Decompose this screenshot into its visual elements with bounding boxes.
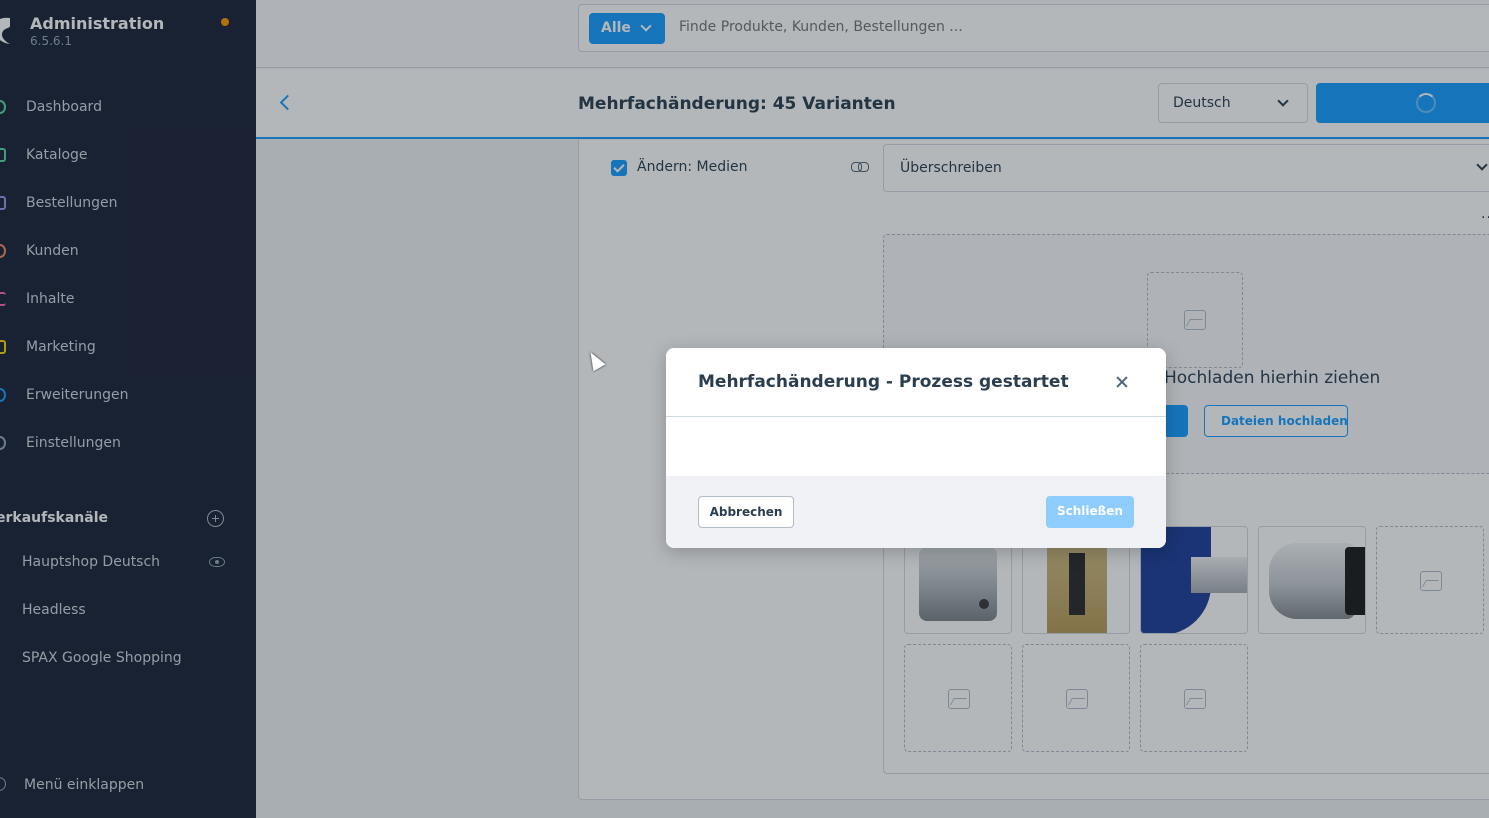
modal-footer: Abbrechen Schließen bbox=[666, 476, 1166, 548]
modal-header: Mehrfachänderung - Prozess gestartet bbox=[666, 348, 1166, 417]
bulk-edit-process-modal: Mehrfachänderung - Prozess gestartet Abb… bbox=[666, 348, 1166, 548]
modal-body bbox=[666, 418, 1166, 476]
close-label: Schließen bbox=[1057, 504, 1123, 518]
cancel-button[interactable]: Abbrechen bbox=[698, 496, 794, 528]
modal-title: Mehrfachänderung - Prozess gestartet bbox=[698, 372, 1069, 392]
close-button[interactable]: Schließen bbox=[1046, 496, 1134, 528]
cancel-label: Abbrechen bbox=[709, 505, 783, 519]
close-icon[interactable] bbox=[1114, 374, 1130, 390]
